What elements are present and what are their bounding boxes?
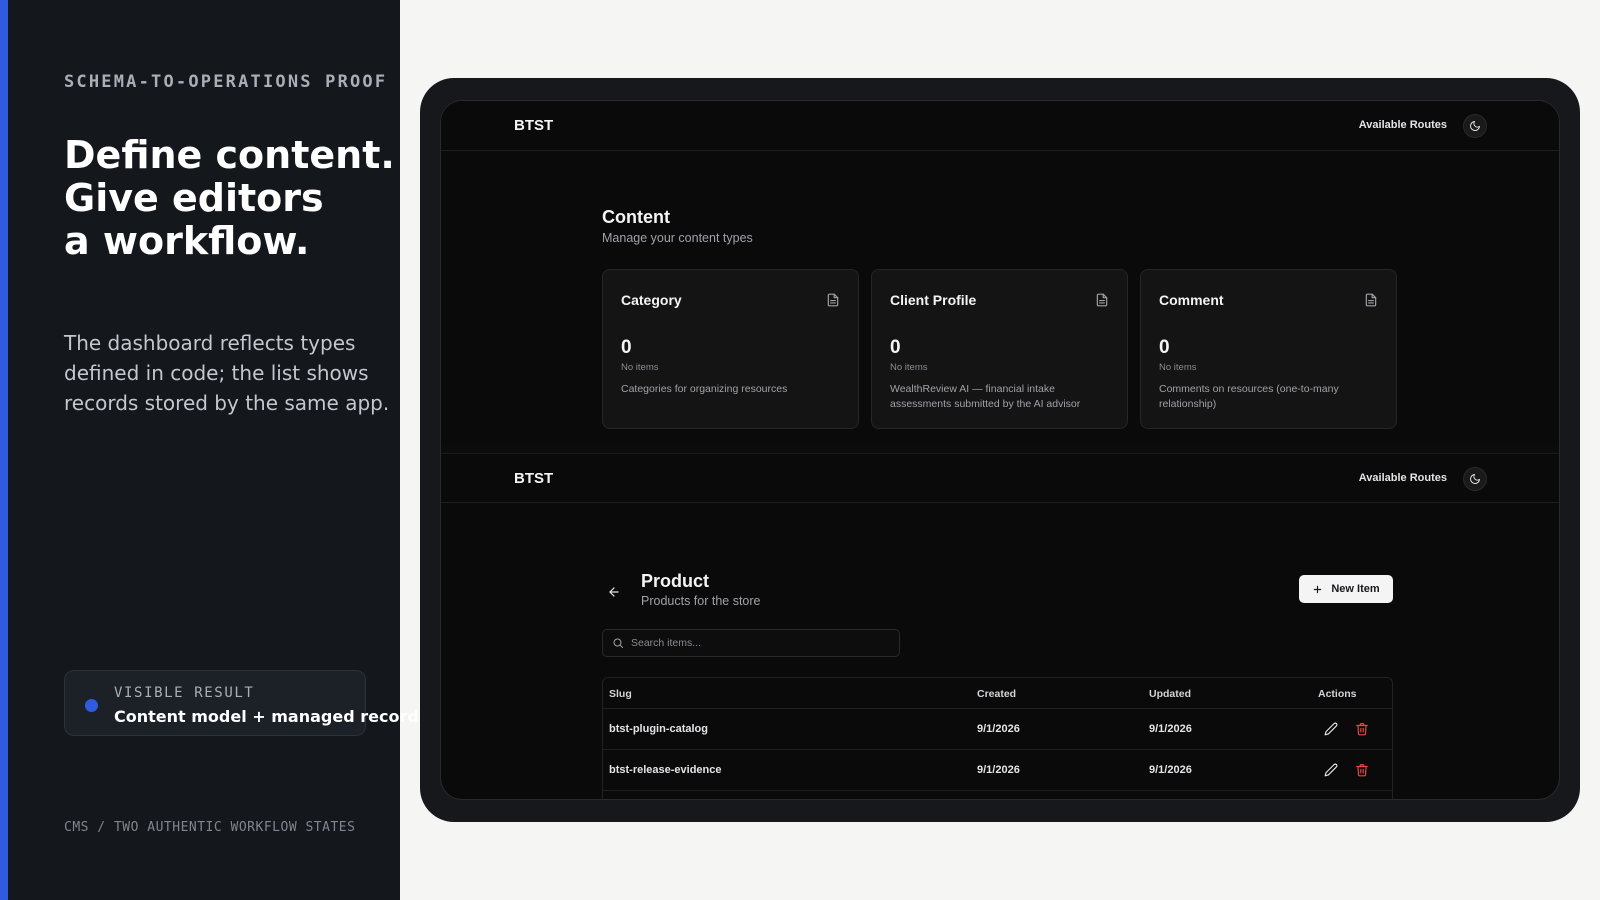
theme-toggle-button[interactable] — [1463, 114, 1487, 138]
table-row[interactable]: btst-plugin-catalog 9/1/2026 9/1/2026 — [603, 709, 1392, 750]
column-header-updated[interactable]: Updated — [1149, 688, 1191, 700]
cell-updated: 9/1/2026 — [1149, 723, 1192, 735]
search-input[interactable] — [631, 634, 891, 652]
trash-icon[interactable] — [1355, 763, 1369, 777]
eyebrow-label: SCHEMA-TO-OPERATIONS PROOF — [64, 72, 388, 92]
accent-bar — [0, 0, 8, 900]
page-title: Product — [641, 571, 710, 591]
content-type-cards: Category 0 No items Categories for organ… — [602, 269, 1397, 429]
search-box — [602, 629, 900, 657]
cell-created: 9/1/2026 — [977, 764, 1020, 776]
content-type-card[interactable]: Category 0 No items Categories for organ… — [602, 269, 859, 429]
app-header: BTST Available Routes — [441, 453, 1559, 503]
file-text-icon — [827, 293, 839, 307]
headline-line: Give editors — [64, 176, 324, 220]
app-screen: BTST Available Routes Content Manage you… — [440, 100, 1560, 800]
card-title: Category — [621, 292, 682, 308]
result-label: VISIBLE RESULT — [114, 685, 255, 701]
item-count: 0 — [1159, 337, 1170, 358]
item-count-label: No items — [1159, 362, 1197, 373]
device-frame: BTST Available Routes Content Manage you… — [420, 78, 1580, 822]
back-arrow-icon[interactable] — [607, 585, 621, 599]
item-count-label: No items — [890, 362, 928, 373]
theme-toggle-button[interactable] — [1463, 467, 1487, 491]
headline-line: a workflow. — [64, 219, 310, 263]
content-type-card[interactable]: Client Profile 0 No items WealthReview A… — [871, 269, 1128, 429]
available-routes-link[interactable]: Available Routes — [1359, 119, 1447, 131]
result-card: VISIBLE RESULT Content model + managed r… — [64, 670, 428, 736]
plus-icon — [1314, 585, 1322, 593]
app-header: BTST Available Routes — [441, 101, 1559, 151]
item-count: 0 — [890, 337, 901, 358]
table-header-row: Slug Created Updated Actions — [603, 678, 1392, 709]
moon-icon — [1470, 121, 1480, 131]
result-value: Content model + managed records — [114, 707, 429, 726]
search-icon — [613, 638, 623, 648]
page-subtitle: Products for the store — [641, 594, 761, 608]
file-text-icon — [1096, 293, 1108, 307]
intro-panel: SCHEMA-TO-OPERATIONS PROOF Define conten… — [0, 0, 428, 900]
column-header-created[interactable]: Created — [977, 688, 1016, 700]
page-subtitle: Manage your content types — [602, 231, 753, 245]
brand-logo[interactable]: BTST — [514, 117, 553, 134]
status-dot — [85, 699, 98, 712]
brand-logo[interactable]: BTST — [514, 470, 553, 487]
card-title: Comment — [1159, 292, 1224, 308]
description: The dashboard reflects types defined in … — [64, 331, 390, 415]
pencil-icon[interactable] — [1324, 722, 1338, 736]
footer-note: CMS / TWO AUTHENTIC WORKFLOW STATES — [64, 820, 356, 835]
column-header-actions: Actions — [1318, 688, 1357, 700]
cell-slug: btst-plugin-catalog — [609, 723, 708, 735]
available-routes-link[interactable]: Available Routes — [1359, 472, 1447, 484]
table-row[interactable]: btst-release-evidence 9/1/2026 9/1/2026 — [603, 750, 1392, 791]
card-description: Categories for organizing resources — [621, 383, 788, 395]
column-header-slug[interactable]: Slug — [609, 688, 632, 700]
items-table: Slug Created Updated Actions btst-plugin… — [602, 677, 1393, 799]
card-description: Comments on resources (one-to-many relat… — [1159, 383, 1339, 410]
card-description: WealthReview AI — financial intake asses… — [890, 383, 1081, 410]
trash-icon[interactable] — [1355, 722, 1369, 736]
cell-created: 9/1/2026 — [977, 723, 1020, 735]
page-title: Content — [602, 207, 670, 227]
item-count: 0 — [621, 337, 632, 358]
new-item-button[interactable]: New Item — [1299, 575, 1393, 603]
moon-icon — [1470, 474, 1480, 484]
card-title: Client Profile — [890, 292, 977, 308]
cell-updated: 9/1/2026 — [1149, 764, 1192, 776]
pencil-icon[interactable] — [1324, 763, 1338, 777]
cell-slug: btst-release-evidence — [609, 764, 722, 776]
headline: Define content. Give editors a workflow. — [64, 133, 395, 263]
headline-line: Define content. — [64, 133, 395, 177]
content-type-card[interactable]: Comment 0 No items Comments on resources… — [1140, 269, 1397, 429]
item-count-label: No items — [621, 362, 659, 373]
new-item-label: New Item — [1331, 583, 1380, 595]
file-text-icon — [1365, 293, 1377, 307]
